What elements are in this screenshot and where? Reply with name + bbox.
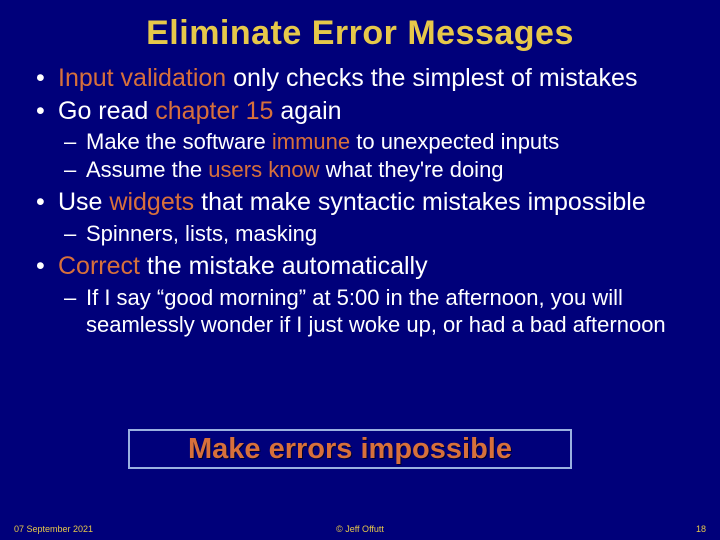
callout-box: Make errors impossible	[128, 429, 572, 469]
bullet-list: Input validation only checks the simples…	[28, 63, 692, 339]
text: Use	[58, 188, 109, 216]
text: to unexpected inputs	[350, 129, 559, 154]
callout-text: Make errors impossible	[188, 433, 512, 466]
text: again	[273, 97, 341, 125]
text: the mistake automatically	[140, 252, 428, 280]
text: Spinners, lists, masking	[86, 221, 317, 246]
text: Make the software	[86, 129, 272, 154]
text: that make syntactic mistakes impossible	[194, 188, 646, 216]
highlight: widgets	[109, 188, 194, 216]
highlight: Input validation	[58, 64, 226, 92]
sub-list: Make the software immune to unexpected i…	[58, 128, 692, 183]
bullet-1: Input validation only checks the simples…	[28, 63, 692, 94]
bullet-4: Correct the mistake automatically If I s…	[28, 251, 692, 339]
text: If I say “good morning” at 5:00 in the a…	[86, 285, 666, 338]
text: what they're doing	[320, 157, 504, 182]
sub-bullet: Assume the users know what they're doing	[58, 156, 692, 184]
sub-bullet: Spinners, lists, masking	[58, 220, 692, 248]
text: Assume the	[86, 157, 208, 182]
footer-date: 07 September 2021	[14, 524, 93, 534]
footer-author: © Jeff Offutt	[336, 524, 384, 534]
text: Go read	[58, 97, 155, 125]
slide: Eliminate Error Messages Input validatio…	[0, 0, 720, 540]
highlight: chapter 15	[155, 97, 273, 125]
sub-bullet: If I say “good morning” at 5:00 in the a…	[58, 284, 692, 339]
slide-title: Eliminate Error Messages	[28, 14, 692, 53]
text: only checks the simplest of mistakes	[226, 64, 637, 92]
footer-page: 18	[696, 524, 706, 534]
sub-bullet: Make the software immune to unexpected i…	[58, 128, 692, 156]
highlight: immune	[272, 129, 350, 154]
highlight: users know	[208, 157, 319, 182]
footer: 07 September 2021 © Jeff Offutt 18	[0, 524, 720, 534]
bullet-2: Go read chapter 15 again Make the softwa…	[28, 96, 692, 184]
sub-list: If I say “good morning” at 5:00 in the a…	[58, 284, 692, 339]
sub-list: Spinners, lists, masking	[58, 220, 692, 248]
bullet-3: Use widgets that make syntactic mistakes…	[28, 187, 692, 247]
highlight: Correct	[58, 252, 140, 280]
